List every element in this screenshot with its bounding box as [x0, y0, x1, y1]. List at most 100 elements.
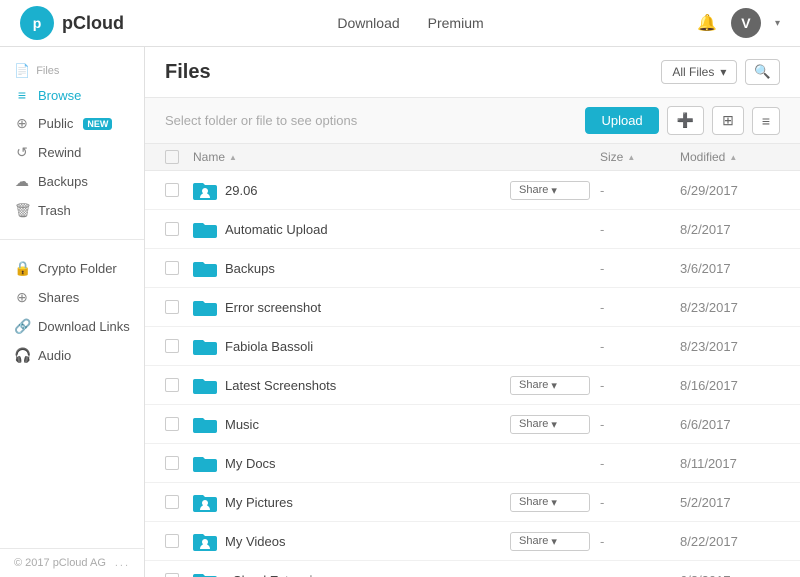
header-col-name[interactable]: Name ▲: [193, 150, 510, 164]
header-checkbox[interactable]: [165, 150, 193, 164]
table-row[interactable]: Backups - 3/6/2017: [145, 249, 800, 288]
sidebar-item-backups[interactable]: ☁ Backups: [0, 167, 144, 196]
col-name-label: Name: [193, 150, 225, 164]
share-caret-icon: ▾: [551, 418, 557, 431]
filter-dropdown[interactable]: All Files ▾: [661, 60, 737, 84]
share-button[interactable]: Share▾: [510, 376, 590, 395]
row-checkbox[interactable]: [165, 261, 179, 275]
folder-icon: [193, 412, 217, 436]
table-row[interactable]: pCloud Extension - 6/8/2017: [145, 561, 800, 577]
sidebar-files-text: Files: [36, 65, 59, 77]
table-row[interactable]: Automatic Upload - 8/2/2017: [145, 210, 800, 249]
share-label: Share: [519, 496, 548, 508]
table-row[interactable]: Latest Screenshots Share▾ - 8/16/2017: [145, 366, 800, 405]
nav-download[interactable]: Download: [337, 15, 399, 31]
col-modified-label: Modified: [680, 150, 725, 164]
share-button[interactable]: Share▾: [510, 415, 590, 434]
row-checkbox-area[interactable]: [165, 534, 193, 548]
row-checkbox[interactable]: [165, 300, 179, 314]
avatar-caret-icon[interactable]: ▾: [775, 18, 780, 29]
file-date: 8/16/2017: [680, 378, 780, 393]
row-checkbox[interactable]: [165, 573, 179, 577]
avatar[interactable]: V: [731, 8, 761, 38]
table-row[interactable]: Error screenshot - 8/23/2017: [145, 288, 800, 327]
sidebar-public-label: Public: [38, 116, 73, 131]
share-caret-icon: ▾: [551, 184, 557, 197]
sidebar-item-public[interactable]: ⊕ Public NEW: [0, 109, 144, 138]
header-col-modified[interactable]: Modified ▲: [680, 150, 780, 164]
select-all-checkbox[interactable]: [165, 150, 179, 164]
sidebar-download-links-label: Download Links: [38, 319, 130, 334]
download-links-icon: 🔗: [14, 318, 30, 335]
share-button[interactable]: Share▾: [510, 181, 590, 200]
file-name: Music: [225, 417, 510, 432]
row-checkbox[interactable]: [165, 534, 179, 548]
row-checkbox-area[interactable]: [165, 300, 193, 314]
row-checkbox[interactable]: [165, 417, 179, 431]
row-checkbox-area[interactable]: [165, 378, 193, 392]
crypto-icon: 🔒: [14, 260, 30, 277]
row-checkbox[interactable]: [165, 222, 179, 236]
file-date: 8/22/2017: [680, 534, 780, 549]
file-list: Name ▲ Size ▲ Modified ▲: [145, 144, 800, 577]
logo-icon[interactable]: p: [20, 6, 54, 40]
sidebar-trash-label: Trash: [38, 203, 71, 218]
row-checkbox[interactable]: [165, 339, 179, 353]
toolbar: Select folder or file to see options Upl…: [145, 98, 800, 144]
file-size: -: [600, 300, 680, 315]
table-row[interactable]: Fabiola Bassoli - 8/23/2017: [145, 327, 800, 366]
file-name: Latest Screenshots: [225, 378, 510, 393]
upload-button[interactable]: Upload: [585, 107, 658, 134]
row-checkbox[interactable]: [165, 183, 179, 197]
row-checkbox[interactable]: [165, 495, 179, 509]
filter-caret-icon: ▾: [720, 65, 726, 79]
table-row[interactable]: Music Share▾ - 6/6/2017: [145, 405, 800, 444]
row-checkbox-area[interactable]: [165, 417, 193, 431]
search-button[interactable]: 🔍: [745, 59, 780, 85]
sidebar-item-audio[interactable]: 🎧 Audio: [0, 341, 144, 370]
file-size: -: [600, 534, 680, 549]
table-row[interactable]: My Docs - 8/11/2017: [145, 444, 800, 483]
sidebar-item-crypto[interactable]: 🔒 Crypto Folder: [0, 254, 144, 283]
sidebar-item-shares[interactable]: ⊕ Shares: [0, 283, 144, 312]
file-size: -: [600, 456, 680, 471]
sort-button[interactable]: ≡: [752, 107, 780, 135]
sidebar-item-rewind[interactable]: ↺ Rewind: [0, 138, 144, 167]
row-checkbox-area[interactable]: [165, 339, 193, 353]
row-checkbox-area[interactable]: [165, 456, 193, 470]
row-checkbox-area[interactable]: [165, 573, 193, 577]
folder-icon: [193, 568, 217, 577]
table-row[interactable]: 29.06 Share▾ - 6/29/2017: [145, 171, 800, 210]
table-row[interactable]: My Pictures Share▾ - 5/2/2017: [145, 483, 800, 522]
audio-icon: 🎧: [14, 347, 30, 364]
share-button[interactable]: Share▾: [510, 493, 590, 512]
share-button[interactable]: Share▾: [510, 532, 590, 551]
row-checkbox-area[interactable]: [165, 222, 193, 236]
row-checkbox-area[interactable]: [165, 183, 193, 197]
share-caret-icon: ▾: [551, 496, 557, 509]
size-sort-icon: ▲: [627, 153, 635, 162]
logo-area: p pCloud: [20, 6, 124, 40]
sidebar-audio-label: Audio: [38, 348, 71, 363]
filter-label: All Files: [672, 65, 714, 79]
table-row[interactable]: My Videos Share▾ - 8/22/2017: [145, 522, 800, 561]
grid-view-button[interactable]: ⊞: [712, 106, 744, 135]
shared-folder-icon: [193, 178, 217, 202]
row-checkbox[interactable]: [165, 378, 179, 392]
row-checkbox-area[interactable]: [165, 261, 193, 275]
row-checkbox[interactable]: [165, 456, 179, 470]
sidebar-item-download-links[interactable]: 🔗 Download Links: [0, 312, 144, 341]
header-col-size[interactable]: Size ▲: [600, 150, 680, 164]
folder-icon: [193, 373, 217, 397]
add-folder-button[interactable]: ➕: [667, 106, 704, 135]
file-date: 6/6/2017: [680, 417, 780, 432]
file-size: -: [600, 378, 680, 393]
file-size: -: [600, 183, 680, 198]
sidebar-item-trash[interactable]: 🗑 Trash: [0, 196, 144, 225]
row-checkbox-area[interactable]: [165, 495, 193, 509]
nav-premium[interactable]: Premium: [428, 15, 484, 31]
sidebar-more-button[interactable]: ...: [115, 557, 130, 569]
notification-bell-icon[interactable]: 🔔: [697, 13, 717, 33]
sidebar-item-browse[interactable]: ≡ Browse: [0, 81, 144, 109]
new-badge: NEW: [83, 118, 112, 130]
